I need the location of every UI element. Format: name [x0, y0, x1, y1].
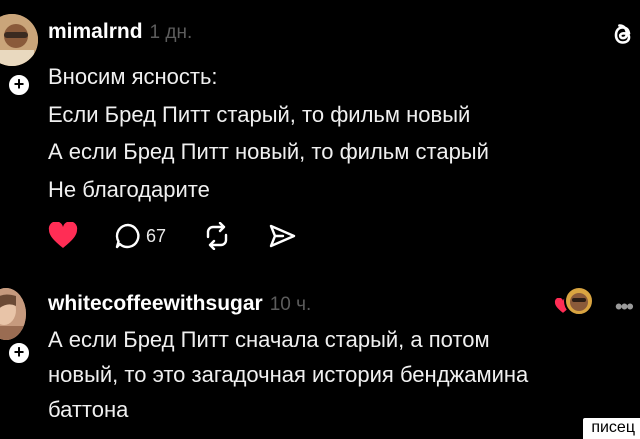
repost-button[interactable] [202, 222, 232, 250]
post-body: А если Бред Питт сначала старый, а потом… [48, 322, 528, 427]
post-line: Не благодарите [48, 176, 210, 202]
post-body: Вносим ясность: Если Бред Питт старый, т… [48, 58, 489, 208]
thread-post-2: + whitecoffeewithsugar 10 ч. ••• А если … [0, 278, 640, 439]
username[interactable]: mimalrnd [48, 20, 143, 44]
username[interactable]: whitecoffeewithsugar [48, 292, 263, 316]
avatar-image [0, 288, 26, 340]
post-actions: 67 [48, 222, 332, 250]
post-line: Если Бред Питт старый, то фильм новый [48, 101, 471, 127]
post-line: А если Бред Питт сначала старый, а потом [48, 327, 490, 352]
heart-icon [48, 222, 78, 248]
speech-bubble-icon [115, 223, 140, 249]
like-button[interactable] [48, 222, 78, 250]
post-line: А если Бред Питт новый, то фильм старый [48, 139, 489, 164]
follow-plus-icon[interactable]: + [7, 73, 31, 97]
avatar-image [0, 14, 38, 66]
reply-button[interactable]: 67 [114, 222, 166, 250]
avatar[interactable] [0, 14, 38, 66]
post-line: баттона [48, 397, 129, 422]
post-header: mimalrnd 1 дн. [48, 20, 192, 44]
thread-post-1: + mimalrnd 1 дн. Вносим ясность: Если Бр… [0, 0, 640, 270]
timestamp: 10 ч. [269, 294, 312, 315]
timestamp: 1 дн. [149, 22, 193, 43]
post-line: новый, то это загадочная история бенджам… [48, 362, 529, 387]
follow-plus-icon[interactable]: + [7, 341, 31, 365]
threads-logo [614, 24, 631, 44]
repost-icon [206, 222, 228, 250]
more-dots-icon[interactable]: ••• [615, 294, 634, 320]
avatar[interactable] [0, 288, 26, 340]
watermark: писец [583, 418, 640, 439]
post-line: Вносим ясность: [48, 64, 218, 89]
post-header: whitecoffeewithsugar 10 ч. [48, 292, 311, 316]
reaction-avatar-image [570, 293, 588, 311]
send-icon [269, 224, 296, 248]
reply-count: 67 [146, 225, 167, 246]
share-button[interactable] [268, 222, 296, 250]
author-reaction-avatar [564, 286, 594, 316]
